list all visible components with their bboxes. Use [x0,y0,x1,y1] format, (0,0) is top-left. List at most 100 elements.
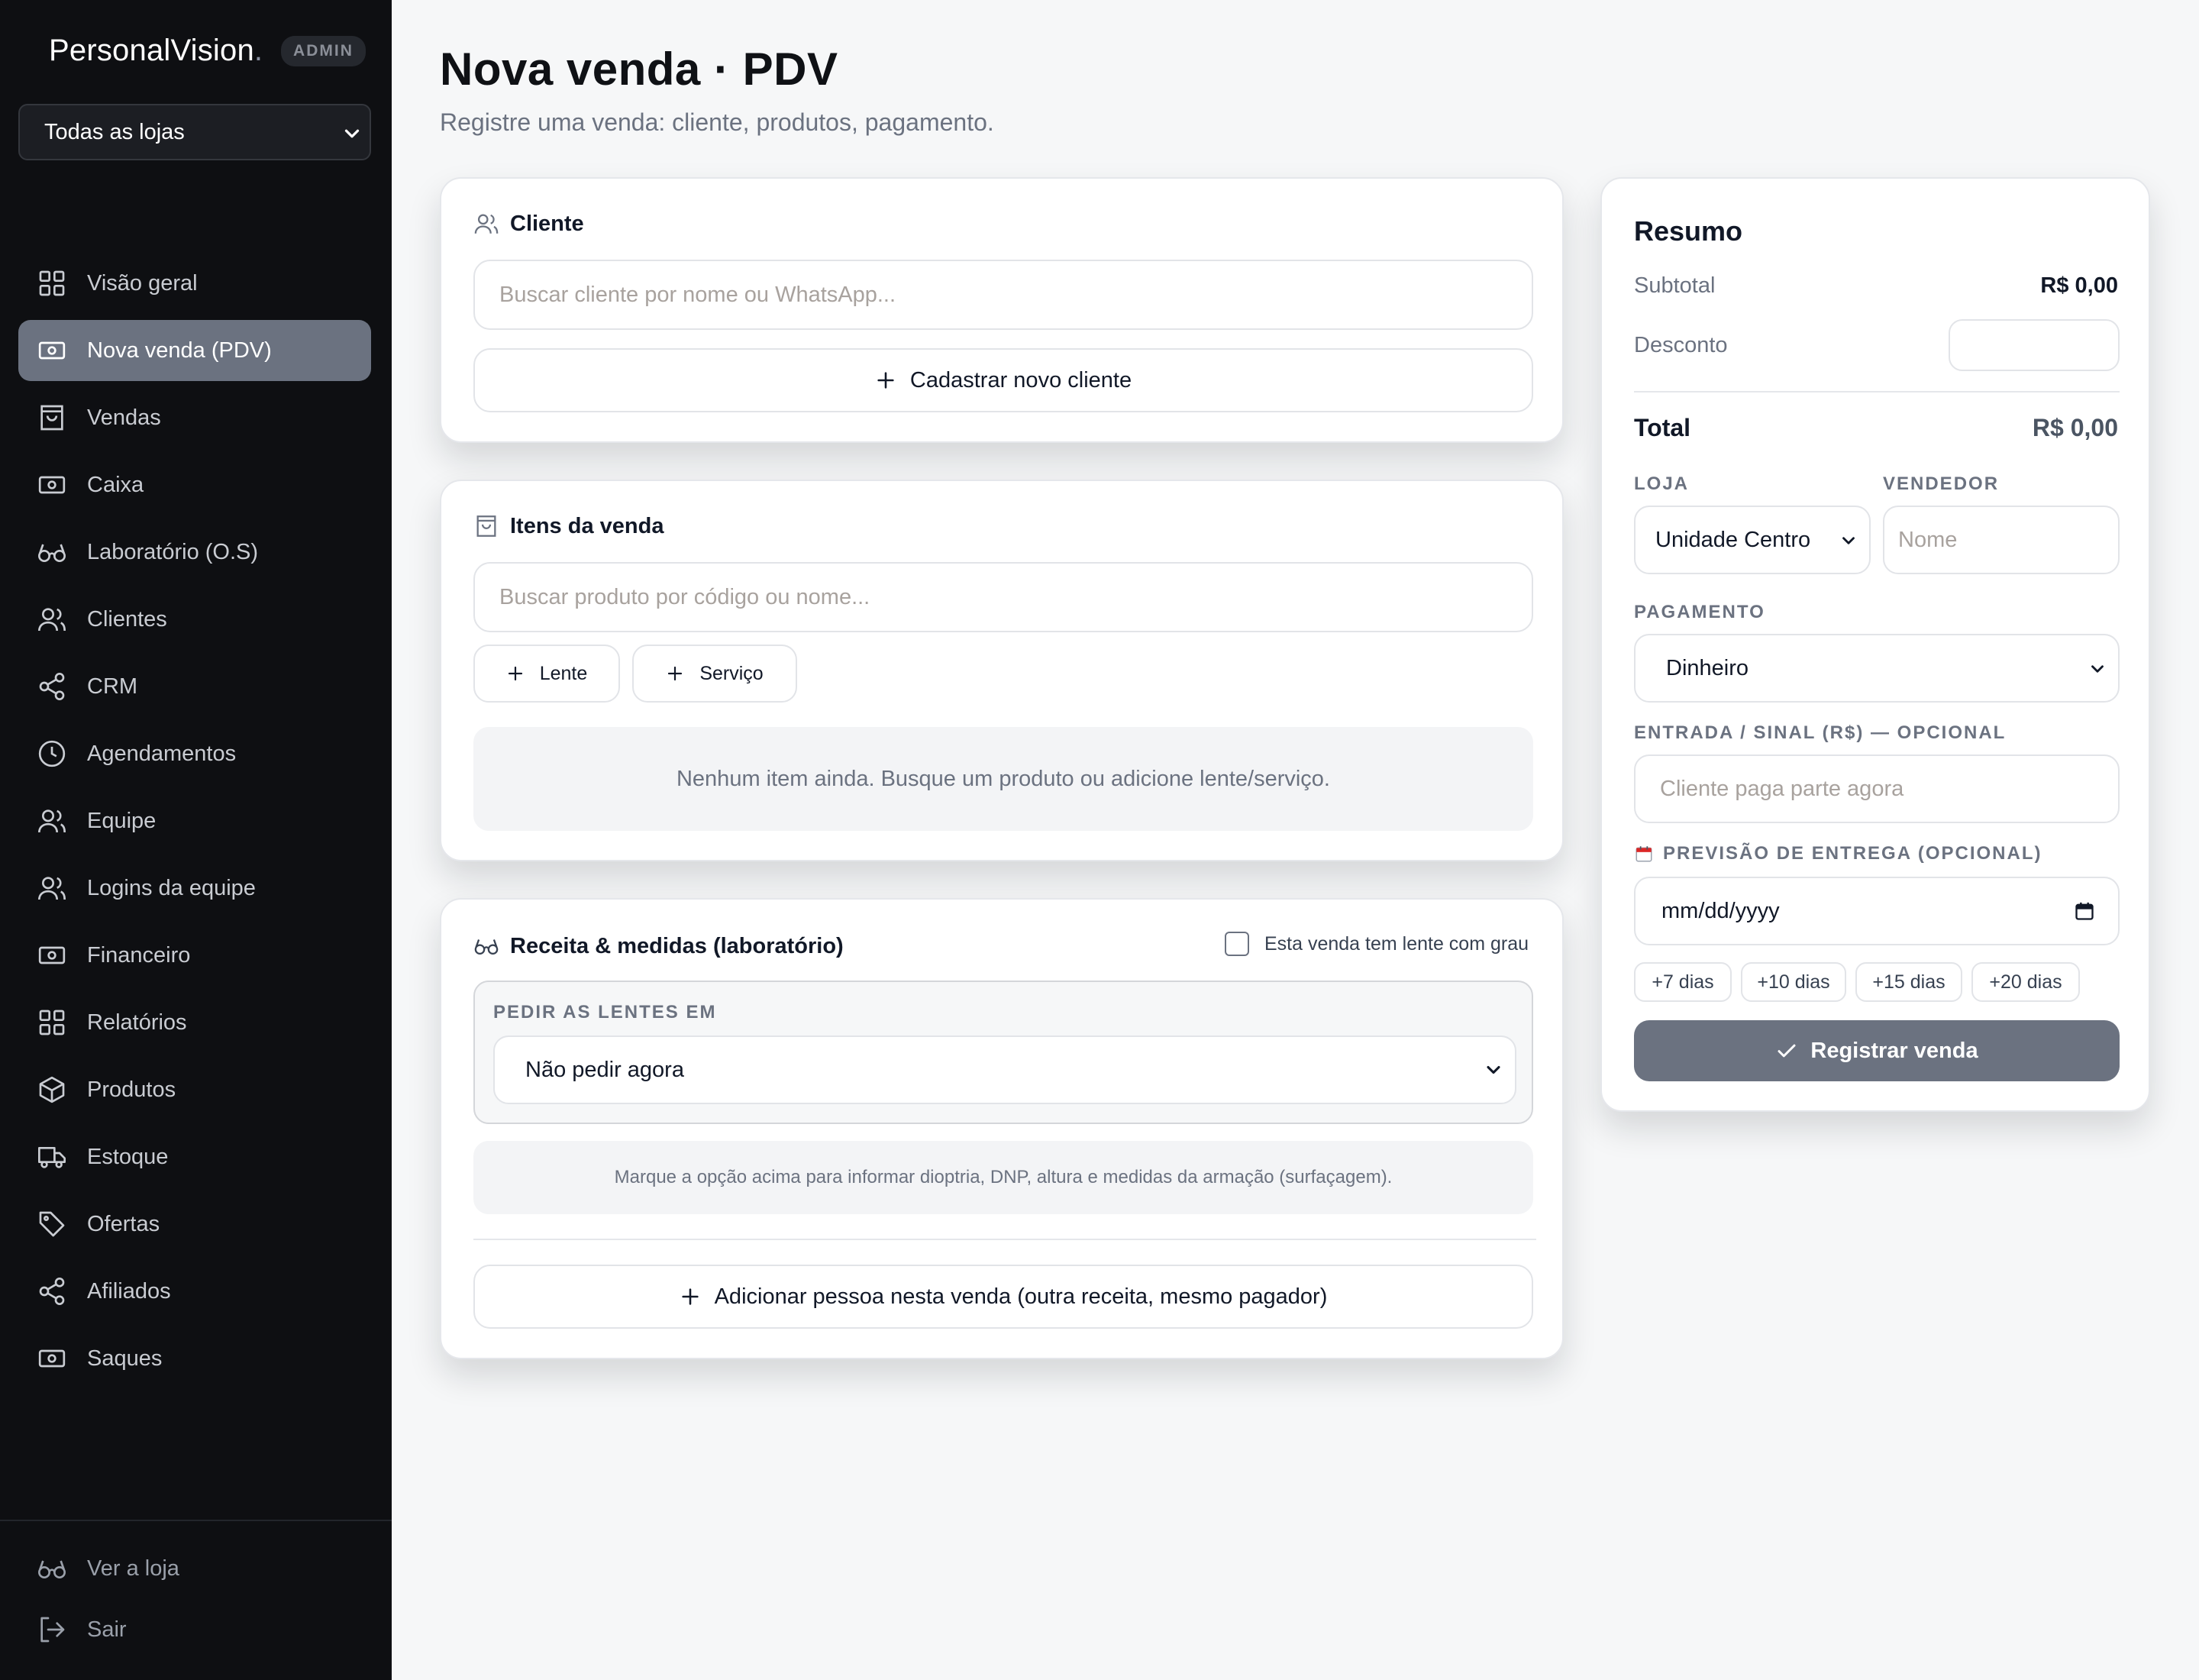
itens-card-header: Itens da venda [473,513,664,539]
add-person-button[interactable]: Adicionar pessoa nesta venda (outra rece… [473,1265,1533,1329]
chevron-down-icon [1487,1065,1500,1074]
sidebar-item-label: Saques [87,1346,163,1371]
total-value: R$ 0,00 [2032,414,2118,441]
sidebar-item-label: Financeiro [87,942,191,968]
plus-icon [681,1288,699,1305]
prescription-hint-text: Marque a opção acima para informar diopt… [614,1167,1393,1187]
calendar-picker-icon[interactable] [2074,900,2095,922]
box-icon [39,1076,65,1103]
sidebar-item-label: Clientes [87,606,167,632]
add-service-button[interactable]: Serviço [632,645,797,703]
users-icon [474,214,499,234]
cash-icon [38,341,66,360]
cash-icon [38,946,66,964]
sidebar-item-saques[interactable]: Saques [18,1328,371,1389]
calendar-icon [1636,846,1652,862]
sidebar-item-vendas[interactable]: Vendas [18,387,371,448]
prescription-hint: Marque a opção acima para informar diopt… [473,1141,1533,1214]
sidebar: PersonalVision. ADMIN Todas as lojas Vis… [0,0,392,1680]
sidebar-item-visao-geral[interactable]: Visão geral [18,253,371,314]
sidebar-item-agendamentos[interactable]: Agendamentos [18,723,371,784]
logout-link[interactable]: Sair [0,1599,392,1660]
add-lens-label: Lente [539,662,588,684]
sidebar-item-nova-venda[interactable]: Nova venda (PDV) [18,320,371,381]
checkbox-box[interactable] [1225,932,1249,956]
section-divider [473,1239,1536,1240]
page-subtitle: Registre uma venda: cliente, produtos, p… [440,108,994,136]
truck-icon [38,1147,66,1168]
seller-input[interactable]: Nome [1883,506,2120,574]
seller-placeholder: Nome [1898,527,1958,552]
lens-order-label: PEDIR AS LENTES EM [493,1002,717,1023]
register-sale-label: Registrar venda [1810,1038,1978,1063]
client-search-input[interactable]: Buscar cliente por nome ou WhatsApp... [473,260,1533,330]
sidebar-item-relatorios[interactable]: Relatórios [18,992,371,1053]
payment-label: PAGAMENTO [1634,602,1765,622]
sidebar-item-logins-equipe[interactable]: Logins da equipe [18,858,371,919]
cash-icon [38,476,66,494]
users-icon [38,877,66,900]
date-chip-20[interactable]: +20 dias [1971,962,2080,1002]
sidebar-item-equipe[interactable]: Equipe [18,790,371,851]
delivery-date-value: mm/dd/yyyy [1661,898,1780,923]
product-search-input[interactable]: Buscar produto por código ou nome... [473,562,1533,632]
itens-card-title: Itens da venda [510,513,664,538]
seller-label: VENDEDOR [1883,473,2000,494]
date-chip-10[interactable]: +10 dias [1741,962,1846,1002]
check-icon [1778,1044,1796,1058]
sidebar-item-label: Nova venda (PDV) [87,338,272,363]
clock-icon [38,740,66,767]
sidebar-item-label: Laboratório (O.S) [87,539,259,564]
register-sale-button[interactable]: Registrar venda [1634,1020,2120,1081]
discount-input[interactable] [1949,319,2120,371]
grid-icon [39,270,65,296]
sidebar-item-label: Produtos [87,1077,176,1102]
sidebar-item-label: Ofertas [87,1211,160,1236]
graded-lens-checkbox-label: Esta venda tem lente com grau [1264,932,1529,955]
sidebar-item-caixa[interactable]: Caixa [18,454,371,515]
store-select[interactable]: Unidade Centro [1634,506,1871,574]
sidebar-item-label: CRM [87,674,138,699]
empty-items-message: Nenhum item ainda. Busque um produto ou … [473,727,1533,831]
view-store-link[interactable]: Ver a loja [0,1538,392,1599]
new-client-button[interactable]: Cadastrar novo cliente [473,348,1533,412]
sidebar-item-crm[interactable]: CRM [18,656,371,717]
sidebar-item-label: Afiliados [87,1278,171,1304]
brand-dot: . [253,34,263,67]
share-icon [39,673,65,700]
sidebar-item-laboratorio[interactable]: Laboratório (O.S) [18,522,371,583]
sidebar-item-label: Agendamentos [87,741,237,766]
view-store-label: Ver a loja [87,1556,179,1581]
sidebar-item-produtos[interactable]: Produtos [18,1059,371,1120]
plus-icon [668,666,683,681]
discount-label: Desconto [1634,333,1728,357]
date-chip-7[interactable]: +7 dias [1634,962,1732,1002]
sidebar-item-afiliados[interactable]: Afiliados [18,1261,371,1322]
cliente-card-title: Cliente [510,211,584,236]
graded-lens-checkbox[interactable]: Esta venda tem lente com grau [1225,932,1529,956]
date-chip-15[interactable]: +15 dias [1855,962,1962,1002]
add-lens-button[interactable]: Lente [473,645,620,703]
sidebar-item-label: Visão geral [87,270,198,296]
payment-select[interactable]: Dinheiro [1634,634,2120,703]
down-payment-input[interactable]: Cliente paga parte agora [1634,754,2120,823]
brand-name: PersonalVision [49,34,254,67]
subtotal-label: Subtotal [1634,273,1716,298]
sidebar-item-label: Equipe [87,808,157,833]
sidebar-item-ofertas[interactable]: Ofertas [18,1194,371,1255]
brand-logo[interactable]: PersonalVision. ADMIN [49,34,366,68]
store-select-value: Unidade Centro [1655,527,1811,552]
add-service-label: Serviço [699,662,764,684]
sidebar-item-financeiro[interactable]: Financeiro [18,925,371,986]
logout-label: Sair [87,1617,127,1642]
subtotal-value: R$ 0,00 [2040,273,2118,298]
delivery-date-input[interactable]: mm/dd/yyyy [1634,877,2120,945]
sidebar-item-estoque[interactable]: Estoque [18,1126,371,1187]
resumo-title: Resumo [1634,215,1743,247]
add-person-label: Adicionar pessoa nesta venda (outra rece… [714,1284,1328,1309]
store-filter-select[interactable]: Todas as lojas [18,104,371,160]
store-label: LOJA [1634,473,1690,494]
lens-order-select[interactable]: Não pedir agora [493,1035,1516,1104]
glasses-icon [38,544,66,562]
sidebar-item-clientes[interactable]: Clientes [18,589,371,650]
